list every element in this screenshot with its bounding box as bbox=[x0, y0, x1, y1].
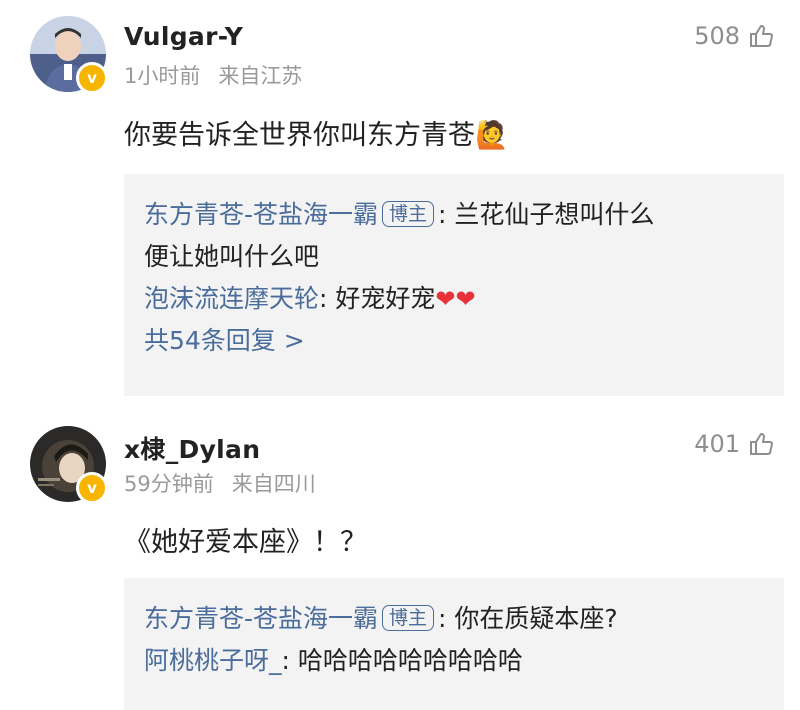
like-count: 508 bbox=[694, 22, 740, 50]
comment-item: v x棣_Dylan 59分钟前 来自四川 401 《她好爱本座》！？ 东方青苍-… bbox=[0, 410, 800, 710]
reply-author[interactable]: 阿桃桃子呀_ bbox=[144, 646, 282, 675]
view-all-replies-link[interactable]: 共54条回复 > bbox=[144, 320, 784, 362]
author-tag: 博主 bbox=[382, 201, 435, 227]
reply-author[interactable]: 东方青苍-苍盐海一霸 bbox=[144, 604, 378, 633]
comment-item: v Vulgar-Y 1小时前 来自江苏 508 你要告诉全世界你叫东方青苍🙋 东… bbox=[0, 0, 800, 410]
reply-text: : 你在质疑本座? bbox=[438, 604, 618, 633]
reply-text: : 哈哈哈哈哈哈哈哈哈 bbox=[281, 646, 523, 675]
reply-item: 阿桃桃子呀_: 哈哈哈哈哈哈哈哈哈 bbox=[144, 640, 784, 682]
verified-badge-icon: v bbox=[76, 62, 108, 94]
username[interactable]: Vulgar-Y bbox=[124, 22, 243, 51]
avatar[interactable]: v bbox=[30, 426, 108, 504]
raising-hand-emoji: 🙋 bbox=[475, 120, 509, 151]
like-count: 401 bbox=[694, 430, 740, 458]
reply-box[interactable]: 东方青苍-苍盐海一霸 博主: 兰花仙子想叫什么 便让她叫什么吧 泡沫流连摩天轮: … bbox=[124, 174, 784, 396]
comment-time: 59分钟前 bbox=[124, 472, 214, 496]
like-button[interactable]: 508 bbox=[694, 22, 774, 50]
comment-time: 1小时前 bbox=[124, 64, 201, 88]
reply-author[interactable]: 东方青苍-苍盐海一霸 bbox=[144, 200, 378, 229]
reply-item: 东方青苍-苍盐海一霸 博主: 兰花仙子想叫什么 bbox=[144, 194, 784, 236]
comment-location: 来自江苏 bbox=[218, 64, 303, 88]
reply-text-continued: 便让她叫什么吧 bbox=[144, 242, 320, 271]
reply-text: : 好宠好宠 bbox=[319, 284, 436, 313]
author-tag: 博主 bbox=[382, 605, 435, 631]
thumbs-up-icon bbox=[750, 433, 773, 455]
like-button[interactable]: 401 bbox=[694, 430, 774, 458]
comment-meta: 1小时前 来自江苏 bbox=[124, 60, 302, 90]
comment-text: 《她好爱本座》！？ bbox=[124, 527, 367, 558]
verified-badge-icon: v bbox=[76, 472, 108, 504]
avatar[interactable]: v bbox=[30, 16, 108, 94]
thumbs-up-icon bbox=[750, 25, 773, 47]
reply-author[interactable]: 泡沫流连摩天轮 bbox=[144, 284, 319, 313]
heart-emoji: ❤❤ bbox=[435, 285, 476, 313]
comment-text: 你要告诉全世界你叫东方青苍🙋 bbox=[124, 113, 509, 152]
comment-text-content: 你要告诉全世界你叫东方青苍 bbox=[124, 120, 475, 151]
reply-text: : 兰花仙子想叫什么 bbox=[438, 200, 655, 229]
reply-item: 泡沫流连摩天轮: 好宠好宠❤❤ bbox=[144, 278, 784, 320]
reply-item: 东方青苍-苍盐海一霸 博主: 你在质疑本座? bbox=[144, 598, 784, 640]
reply-box[interactable]: 东方青苍-苍盐海一霸 博主: 你在质疑本座? 阿桃桃子呀_: 哈哈哈哈哈哈哈哈哈 bbox=[124, 578, 784, 710]
username[interactable]: x棣_Dylan bbox=[124, 430, 260, 466]
comment-location: 来自四川 bbox=[231, 472, 316, 496]
comment-meta: 59分钟前 来自四川 bbox=[124, 468, 316, 498]
